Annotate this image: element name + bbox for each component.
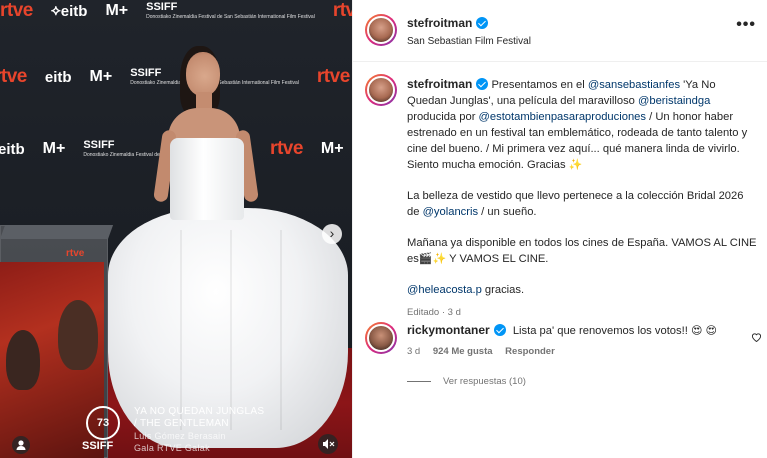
gown-fold	[280, 230, 282, 430]
comment-like-count[interactable]: 924 Me gusta	[433, 346, 493, 357]
post-header: stefroitman San Sebastian Film Festival …	[353, 0, 767, 62]
verified-badge-icon	[493, 324, 506, 336]
caption-text: gracias.	[481, 284, 525, 296]
rtve-logo: rtve	[316, 66, 350, 87]
next-slide-button[interactable]: ›	[322, 224, 342, 244]
caption-edited-timestamp: Editado · 3 d	[407, 307, 461, 318]
rtve-logo: rtve	[0, 0, 33, 21]
gown-fold	[230, 230, 232, 430]
eitb-logo: eitb	[44, 68, 72, 86]
caption-username[interactable]: stefroitman	[407, 77, 472, 91]
sparkles-emoji: ✨	[568, 159, 583, 171]
movistar-logo: M+	[105, 2, 129, 19]
verified-badge-icon	[476, 78, 489, 90]
sponsor-logo-row: rtve ⟡eitb M+ SSIFF Donostiako Zinemaldia Fe…	[0, 0, 352, 22]
poster-figure	[6, 330, 40, 390]
caption-text: / un sueño.	[478, 206, 537, 218]
replies-divider	[407, 380, 431, 382]
speaker-muted-icon	[323, 439, 335, 449]
ssiff-logo: SSIFFDonostiako Zinemaldia Festival de S…	[146, 1, 315, 20]
more-options-icon[interactable]: •••	[736, 16, 756, 34]
poster-figure	[58, 300, 98, 370]
commenter-username[interactable]: rickymontaner	[407, 323, 490, 337]
sponsor-logo-row: rtveeitbM+SSIFFDonostiako Zinemaldia Fes…	[0, 66, 352, 88]
author-username[interactable]: stefroitman	[407, 16, 472, 30]
rtve-logo: rtve	[270, 138, 303, 159]
mention-link[interactable]: @heleacosta.p	[407, 284, 482, 296]
person-head	[186, 52, 220, 96]
comment-text: Lista pa' que renovemos los votos!!	[512, 325, 691, 337]
caption-author-avatar[interactable]	[365, 74, 397, 106]
rtve-logo: rtve	[0, 66, 27, 87]
reply-button[interactable]: Responder	[505, 346, 555, 357]
user-icon	[16, 440, 26, 450]
mention-link[interactable]: @sansebastianfes	[588, 79, 680, 91]
like-heart-icon[interactable]	[751, 332, 762, 342]
mention-link[interactable]: @estotambienpasaraproduciones	[479, 111, 646, 123]
caption-title: YA NO QUEDAN JUNGLAS	[134, 406, 265, 417]
mention-link[interactable]: @beristaindga	[638, 95, 710, 107]
movistar-logo: M+	[320, 140, 344, 157]
rtve-logo: rtve	[332, 0, 352, 21]
poster-stand-top	[0, 225, 114, 239]
mute-button[interactable]	[318, 434, 338, 454]
eitb-logo: ⟡eitb	[50, 2, 88, 20]
eitb-logo: eitb	[0, 140, 25, 158]
gown-fold	[180, 230, 182, 430]
tagged-users-button[interactable]	[12, 436, 30, 454]
clapper-sparkles-emoji: 🎬✨	[418, 253, 447, 265]
video-caption: YA NO QUEDAN JUNGLAS / THE GENTLEMAN Lui…	[134, 406, 264, 454]
caption-text: Y VAMOS EL CINE.	[446, 253, 549, 265]
caption-text: Presentamos en el	[491, 79, 588, 91]
verified-badge-icon	[476, 17, 489, 29]
poster-rtve-logo: rtve	[66, 248, 85, 259]
movistar-logo: M+	[89, 68, 113, 85]
comment-timestamp: 3 d	[407, 346, 421, 357]
movistar-logo: M+	[42, 140, 66, 157]
author-info: stefroitman San Sebastian Film Festival	[407, 14, 531, 47]
mention-link[interactable]: @yolancris	[423, 206, 479, 218]
post-media[interactable]: rtve ⟡eitb M+ SSIFF Donostiako Zinemaldia Fe…	[0, 0, 352, 458]
post-caption: stefroitman Presentamos en el @sansebast…	[407, 76, 757, 321]
caption-event: Gala RTVE Galak	[134, 443, 210, 453]
ssiff-wordmark: SSIFF	[82, 440, 114, 452]
comment-item: rickymontaner Lista pa' que renovemos lo…	[407, 322, 747, 339]
caption-text: producida por	[407, 111, 479, 123]
heart-eyes-emoji: 😍 😍	[690, 325, 717, 337]
ssiff-73-badge: 73	[86, 406, 120, 440]
view-replies-toggle[interactable]: Ver respuestas (10)	[407, 376, 526, 387]
post-location[interactable]: San Sebastian Film Festival	[407, 36, 531, 47]
author-avatar[interactable]	[365, 14, 397, 46]
white-gown-bodice	[170, 138, 244, 220]
chevron-right-icon: ›	[329, 225, 335, 241]
post-sidebar: stefroitman San Sebastian Film Festival …	[352, 0, 767, 458]
comment-meta: 3 d 924 Me gusta Responder	[407, 346, 565, 357]
caption-subtitle: / THE GENTLEMAN	[134, 418, 229, 429]
caption-credit: Luis Gómez Berasain	[134, 431, 226, 441]
commenter-avatar[interactable]	[365, 322, 397, 354]
view-replies-label[interactable]: Ver respuestas (10)	[443, 376, 526, 387]
